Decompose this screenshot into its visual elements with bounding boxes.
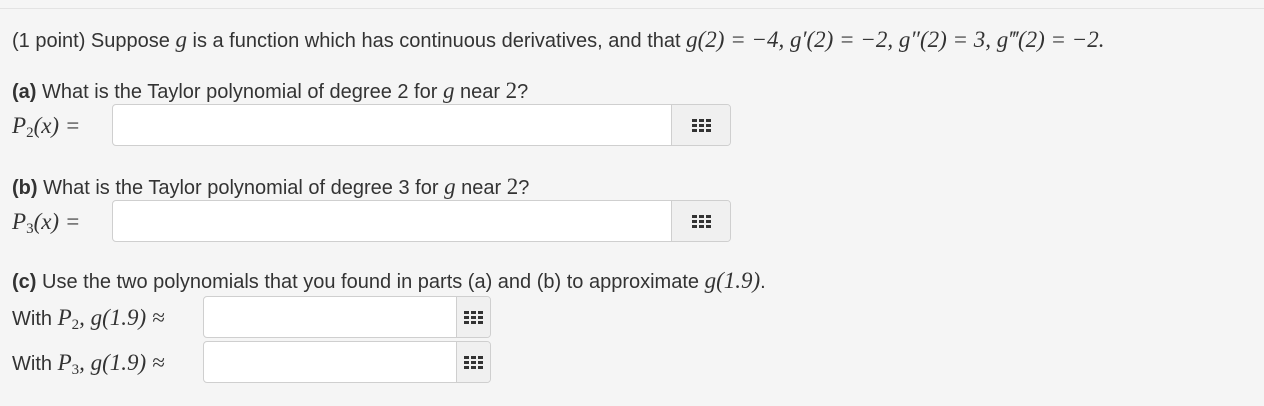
grid-icon bbox=[691, 214, 711, 228]
intro-conditions: g(2) = −4, g′(2) = −2, g″(2) = 3, g‴(2) … bbox=[686, 27, 1105, 52]
problem-container: (1 point) Suppose g is a function which … bbox=[0, 8, 1264, 406]
part-a-lhs-p: P bbox=[12, 113, 27, 138]
with-label: With bbox=[12, 308, 58, 330]
part-a-lhs-rest: (x) = bbox=[33, 113, 81, 138]
part-b-tag: (b) bbox=[12, 177, 38, 199]
equation-editor-button-a[interactable] bbox=[671, 105, 730, 145]
part-b-var: g bbox=[444, 174, 456, 199]
poly-sub: 3 bbox=[71, 362, 80, 378]
problem-statement: (1 point) Suppose g is a function which … bbox=[12, 27, 1105, 53]
answer-input-c2[interactable] bbox=[204, 342, 456, 382]
part-a-tag: (a) bbox=[12, 81, 37, 103]
part-a-mid: near bbox=[454, 81, 506, 103]
part-a-lhs: P2(x) = bbox=[12, 113, 80, 142]
approx-expr: , g(1.9) ≈ bbox=[79, 350, 165, 375]
part-a-question: (a) What is the Taylor polynomial of deg… bbox=[12, 78, 528, 104]
part-a-lhs-sub: 2 bbox=[26, 125, 34, 141]
part-b-lhs: P3(x) = bbox=[12, 209, 80, 238]
part-c-expr: g(1.9) bbox=[704, 268, 761, 293]
equation-editor-button-b[interactable] bbox=[671, 201, 730, 241]
part-b-question: (b) What is the Taylor polynomial of deg… bbox=[12, 174, 529, 200]
part-c-end: . bbox=[760, 271, 766, 293]
part-a-text: What is the Taylor polynomial of degree … bbox=[36, 81, 443, 103]
intro-var: g bbox=[175, 27, 187, 52]
poly-p: P bbox=[57, 350, 72, 375]
answer-input-b[interactable] bbox=[113, 201, 671, 241]
answer-field-c1 bbox=[203, 296, 491, 338]
part-b-lhs-p: P bbox=[12, 209, 27, 234]
intro-middle: is a function which has continuous deriv… bbox=[186, 30, 687, 52]
equation-editor-button-c2[interactable] bbox=[456, 342, 490, 382]
part-b-end: ? bbox=[518, 177, 530, 199]
part-b-text: What is the Taylor polynomial of degree … bbox=[37, 177, 445, 199]
part-b-mid: near bbox=[455, 177, 507, 199]
poly-p: P bbox=[57, 305, 72, 330]
part-b-lhs-rest: (x) = bbox=[33, 209, 81, 234]
with-label: With bbox=[12, 353, 58, 375]
intro-prefix: (1 point) Suppose bbox=[12, 30, 176, 52]
answer-field-b bbox=[112, 200, 731, 242]
part-b-lhs-sub: 3 bbox=[26, 221, 34, 237]
answer-field-c2 bbox=[203, 341, 491, 383]
part-a-var: g bbox=[442, 78, 455, 103]
equation-editor-button-c1[interactable] bbox=[456, 297, 490, 337]
answer-input-c1[interactable] bbox=[204, 297, 456, 337]
part-c-row-1-label: With P2, g(1.9) ≈ bbox=[12, 305, 165, 334]
grid-icon bbox=[464, 355, 483, 369]
approx-expr: , g(1.9) ≈ bbox=[79, 305, 165, 330]
answer-input-a[interactable] bbox=[113, 105, 671, 145]
part-a-point: 2 bbox=[505, 78, 518, 103]
part-c-row-2-label: With P3, g(1.9) ≈ bbox=[12, 350, 165, 379]
grid-icon bbox=[464, 310, 483, 324]
part-b-point: 2 bbox=[506, 174, 519, 199]
answer-field-a bbox=[112, 104, 731, 146]
part-c-text: Use the two polynomials that you found i… bbox=[36, 271, 705, 293]
poly-sub: 2 bbox=[71, 317, 80, 333]
part-c-tag: (c) bbox=[12, 271, 37, 293]
part-c-question: (c) Use the two polynomials that you fou… bbox=[12, 268, 766, 294]
part-a-end: ? bbox=[517, 81, 529, 103]
grid-icon bbox=[691, 118, 711, 132]
